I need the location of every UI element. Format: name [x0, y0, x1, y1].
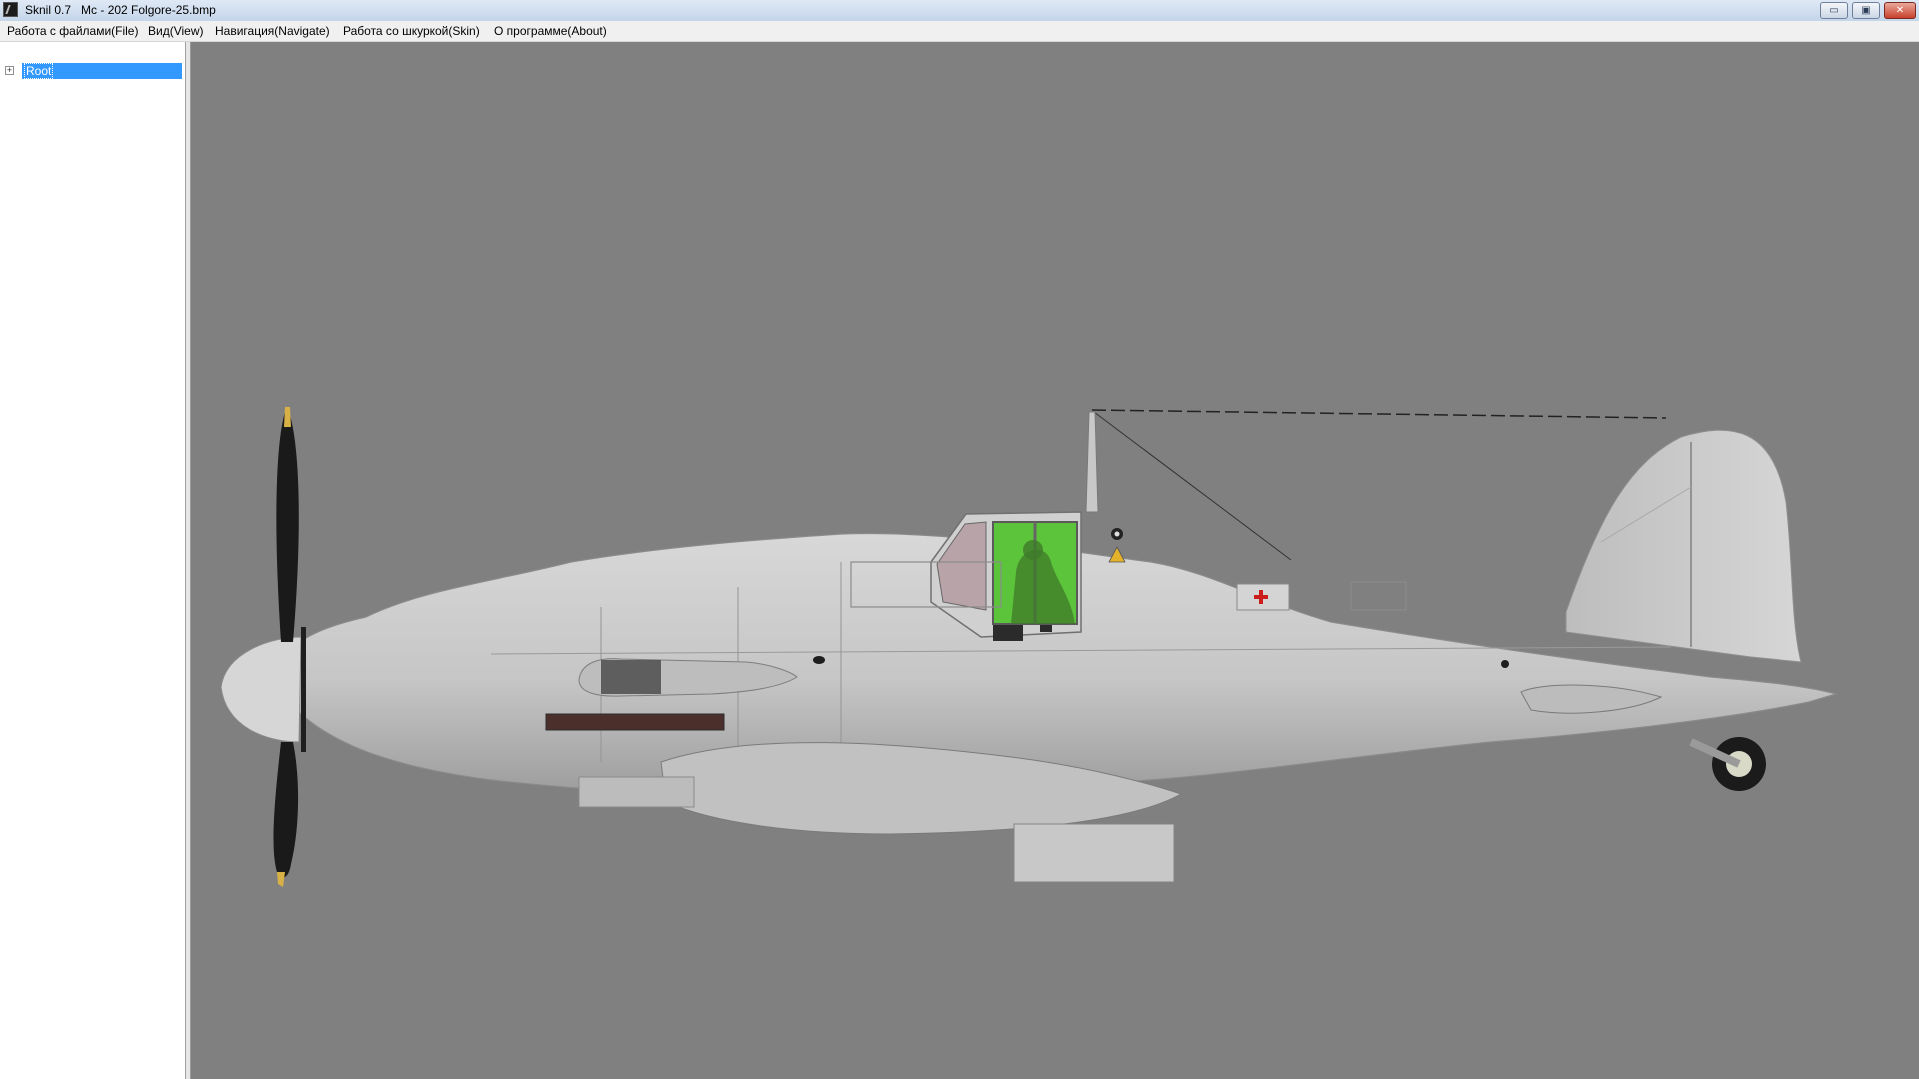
menu-bar: Работа с файлами(File) Вид(View) Навигац…	[0, 21, 1919, 42]
minimize-button[interactable]: ▭	[1820, 2, 1848, 19]
plus-box-icon[interactable]: +	[5, 66, 14, 75]
wing-flap	[1013, 823, 1175, 883]
aircraft-model	[220, 407, 1839, 887]
propeller-blade-upper	[276, 412, 299, 642]
tree-node-root[interactable]: Root	[22, 63, 182, 79]
menu-navigate[interactable]: Навигация(Navigate)	[215, 24, 330, 38]
app-icon[interactable]	[3, 2, 18, 17]
fuselage-stencil	[993, 625, 1023, 641]
maximize-button[interactable]: ▣	[1852, 2, 1880, 19]
close-button[interactable]: ✕	[1884, 2, 1916, 19]
propeller-blade-lower	[273, 742, 299, 878]
tree-panel: + Root	[0, 42, 186, 1079]
warning-triangle-icon	[1108, 546, 1126, 563]
exhaust-stack	[545, 713, 725, 731]
spinner	[220, 636, 302, 743]
antenna-wire	[1091, 409, 1667, 419]
windscreen	[936, 521, 987, 611]
window-title: Sknil 0.7 Mc - 202 Folgore-25.bmp	[25, 3, 216, 17]
title-bar: Sknil 0.7 Mc - 202 Folgore-25.bmp ▭ ▣ ✕	[0, 0, 1919, 22]
menu-file[interactable]: Работа с файлами(File)	[7, 24, 138, 38]
menu-view[interactable]: Вид(View)	[148, 24, 204, 38]
model-viewport[interactable]	[191, 42, 1919, 1079]
antenna-wire-lower	[1093, 411, 1292, 561]
tree-node-label: Root	[24, 63, 54, 79]
tail-fin	[1565, 429, 1802, 663]
menu-about[interactable]: О программе(About)	[494, 24, 607, 38]
menu-skin[interactable]: Работа со шкуркой(Skin)	[343, 24, 480, 38]
antenna-mast	[1085, 411, 1099, 513]
